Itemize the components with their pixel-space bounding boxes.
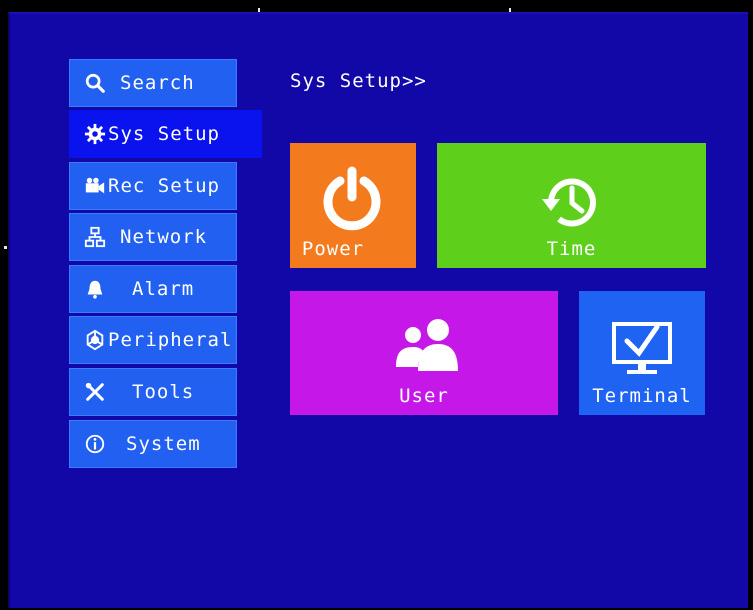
- sidebar-item-label: Peripheral: [108, 329, 233, 351]
- time-tile[interactable]: Time: [437, 143, 706, 268]
- sidebar-item-label: Sys Setup: [108, 123, 220, 145]
- info-icon: [84, 433, 106, 455]
- screen-frame: Sys Setup>> Search Sys Setup Rec Setup N…: [0, 0, 753, 610]
- sidebar-item-search[interactable]: Search: [69, 59, 237, 107]
- users-icon: [394, 317, 460, 373]
- sidebar-item-label: Alarm: [132, 278, 195, 300]
- sidebar-item-peripheral[interactable]: Peripheral: [69, 316, 237, 364]
- sidebar-item-sys-setup[interactable]: Sys Setup: [69, 110, 262, 158]
- user-tile[interactable]: User: [290, 291, 558, 415]
- sidebar-item-label: Rec Setup: [108, 175, 220, 197]
- search-icon: [84, 72, 106, 94]
- power-tile[interactable]: Power: [290, 143, 416, 268]
- terminal-tile[interactable]: Terminal: [579, 291, 705, 415]
- peripheral-icon: [84, 329, 106, 351]
- sidebar-item-label: Search: [120, 72, 195, 94]
- network-icon: [84, 226, 106, 248]
- tools-icon: [84, 381, 106, 403]
- sidebar-item-network[interactable]: Network: [69, 213, 237, 261]
- sidebar-item-label: Tools: [132, 381, 195, 403]
- sidebar-item-alarm[interactable]: Alarm: [69, 265, 237, 313]
- sidebar-item-label: System: [126, 433, 201, 455]
- power-tile-label: Power: [301, 238, 365, 260]
- time-tile-label: Time: [546, 238, 597, 260]
- sidebar-item-rec-setup[interactable]: Rec Setup: [69, 162, 237, 210]
- power-icon: [318, 165, 386, 233]
- left-tick: [4, 246, 7, 249]
- sidebar-item-label: Network: [120, 226, 208, 248]
- clock-history-icon: [539, 171, 601, 233]
- camera-icon: [84, 175, 106, 197]
- gear-icon: [84, 123, 106, 145]
- bell-icon: [84, 278, 106, 300]
- sidebar-item-tools[interactable]: Tools: [69, 368, 237, 416]
- user-tile-label: User: [399, 385, 449, 407]
- terminal-tile-label: Terminal: [592, 385, 692, 407]
- breadcrumb: Sys Setup>>: [290, 70, 427, 92]
- sidebar-item-system[interactable]: System: [69, 420, 237, 468]
- monitor-check-icon: [611, 321, 673, 379]
